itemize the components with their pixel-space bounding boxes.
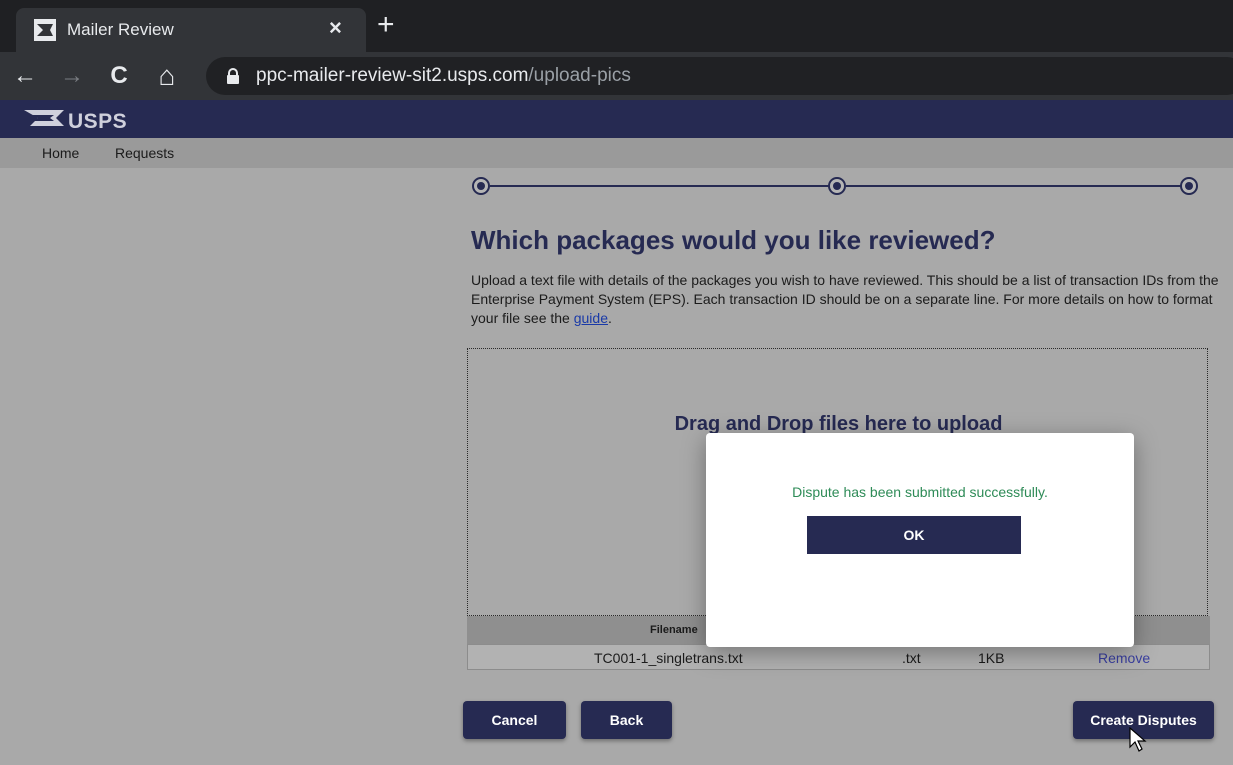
back-arrow-icon[interactable]: ← (9, 58, 41, 94)
forward-arrow-icon[interactable]: → (56, 58, 88, 94)
description-end: . (608, 310, 612, 326)
cell-filename: TC001-1_singletrans.txt (594, 650, 743, 666)
step-connector (846, 185, 1182, 187)
reload-icon[interactable]: C (103, 58, 135, 94)
guide-link[interactable]: guide (574, 310, 608, 326)
nav-item-requests[interactable]: Requests (115, 145, 174, 161)
lock-icon (227, 68, 239, 84)
browser-tab-bar: Mailer Review × + (0, 0, 1233, 52)
usps-favicon-icon (34, 19, 56, 41)
cell-type: .txt (902, 650, 921, 666)
home-icon[interactable]: ⌂ (151, 58, 183, 94)
page-title: Which packages would you like reviewed? (471, 225, 996, 255)
success-message: Dispute has been submitted successfully. (792, 484, 1048, 500)
app-header: USPS (0, 100, 1233, 138)
step-2-indicator (828, 177, 846, 195)
success-dialog: Dispute has been submitted successfully.… (706, 433, 1134, 647)
close-tab-icon[interactable]: × (329, 15, 342, 41)
browser-tab[interactable]: Mailer Review × (16, 8, 366, 52)
url-path: /upload-pics (528, 65, 631, 86)
step-connector (490, 185, 830, 187)
step-3-indicator (1180, 177, 1198, 195)
remove-file-link[interactable]: Remove (1098, 650, 1150, 666)
nav-item-home[interactable]: Home (42, 145, 79, 161)
header-filename: Filename (650, 624, 698, 636)
page-description: Upload a text file with details of the p… (471, 271, 1233, 328)
url-domain: ppc-mailer-review-sit2.usps.com (256, 65, 529, 86)
eagle-logo-icon (24, 110, 64, 126)
mouse-pointer-icon (1129, 727, 1147, 752)
step-1-indicator (472, 177, 490, 195)
table-row: TC001-1_singletrans.txt .txt 1KB Remove (467, 644, 1210, 670)
browser-toolbar: ← → C ⌂ ppc-mailer-review-sit2.usps.com/… (0, 52, 1233, 100)
cell-size: 1KB (978, 650, 1005, 666)
back-button[interactable]: Back (581, 701, 672, 739)
ok-button[interactable]: OK (807, 516, 1021, 554)
url-text: ppc-mailer-review-sit2.usps.com/upload-p… (256, 65, 631, 87)
new-tab-icon[interactable]: + (377, 10, 395, 40)
progress-stepper (470, 177, 1204, 201)
tab-title: Mailer Review (67, 20, 174, 39)
logo-text: USPS (68, 110, 128, 133)
main-nav: Home Requests (0, 138, 1233, 168)
cancel-button[interactable]: Cancel (463, 701, 566, 739)
address-bar[interactable]: ppc-mailer-review-sit2.usps.com/upload-p… (206, 57, 1233, 95)
